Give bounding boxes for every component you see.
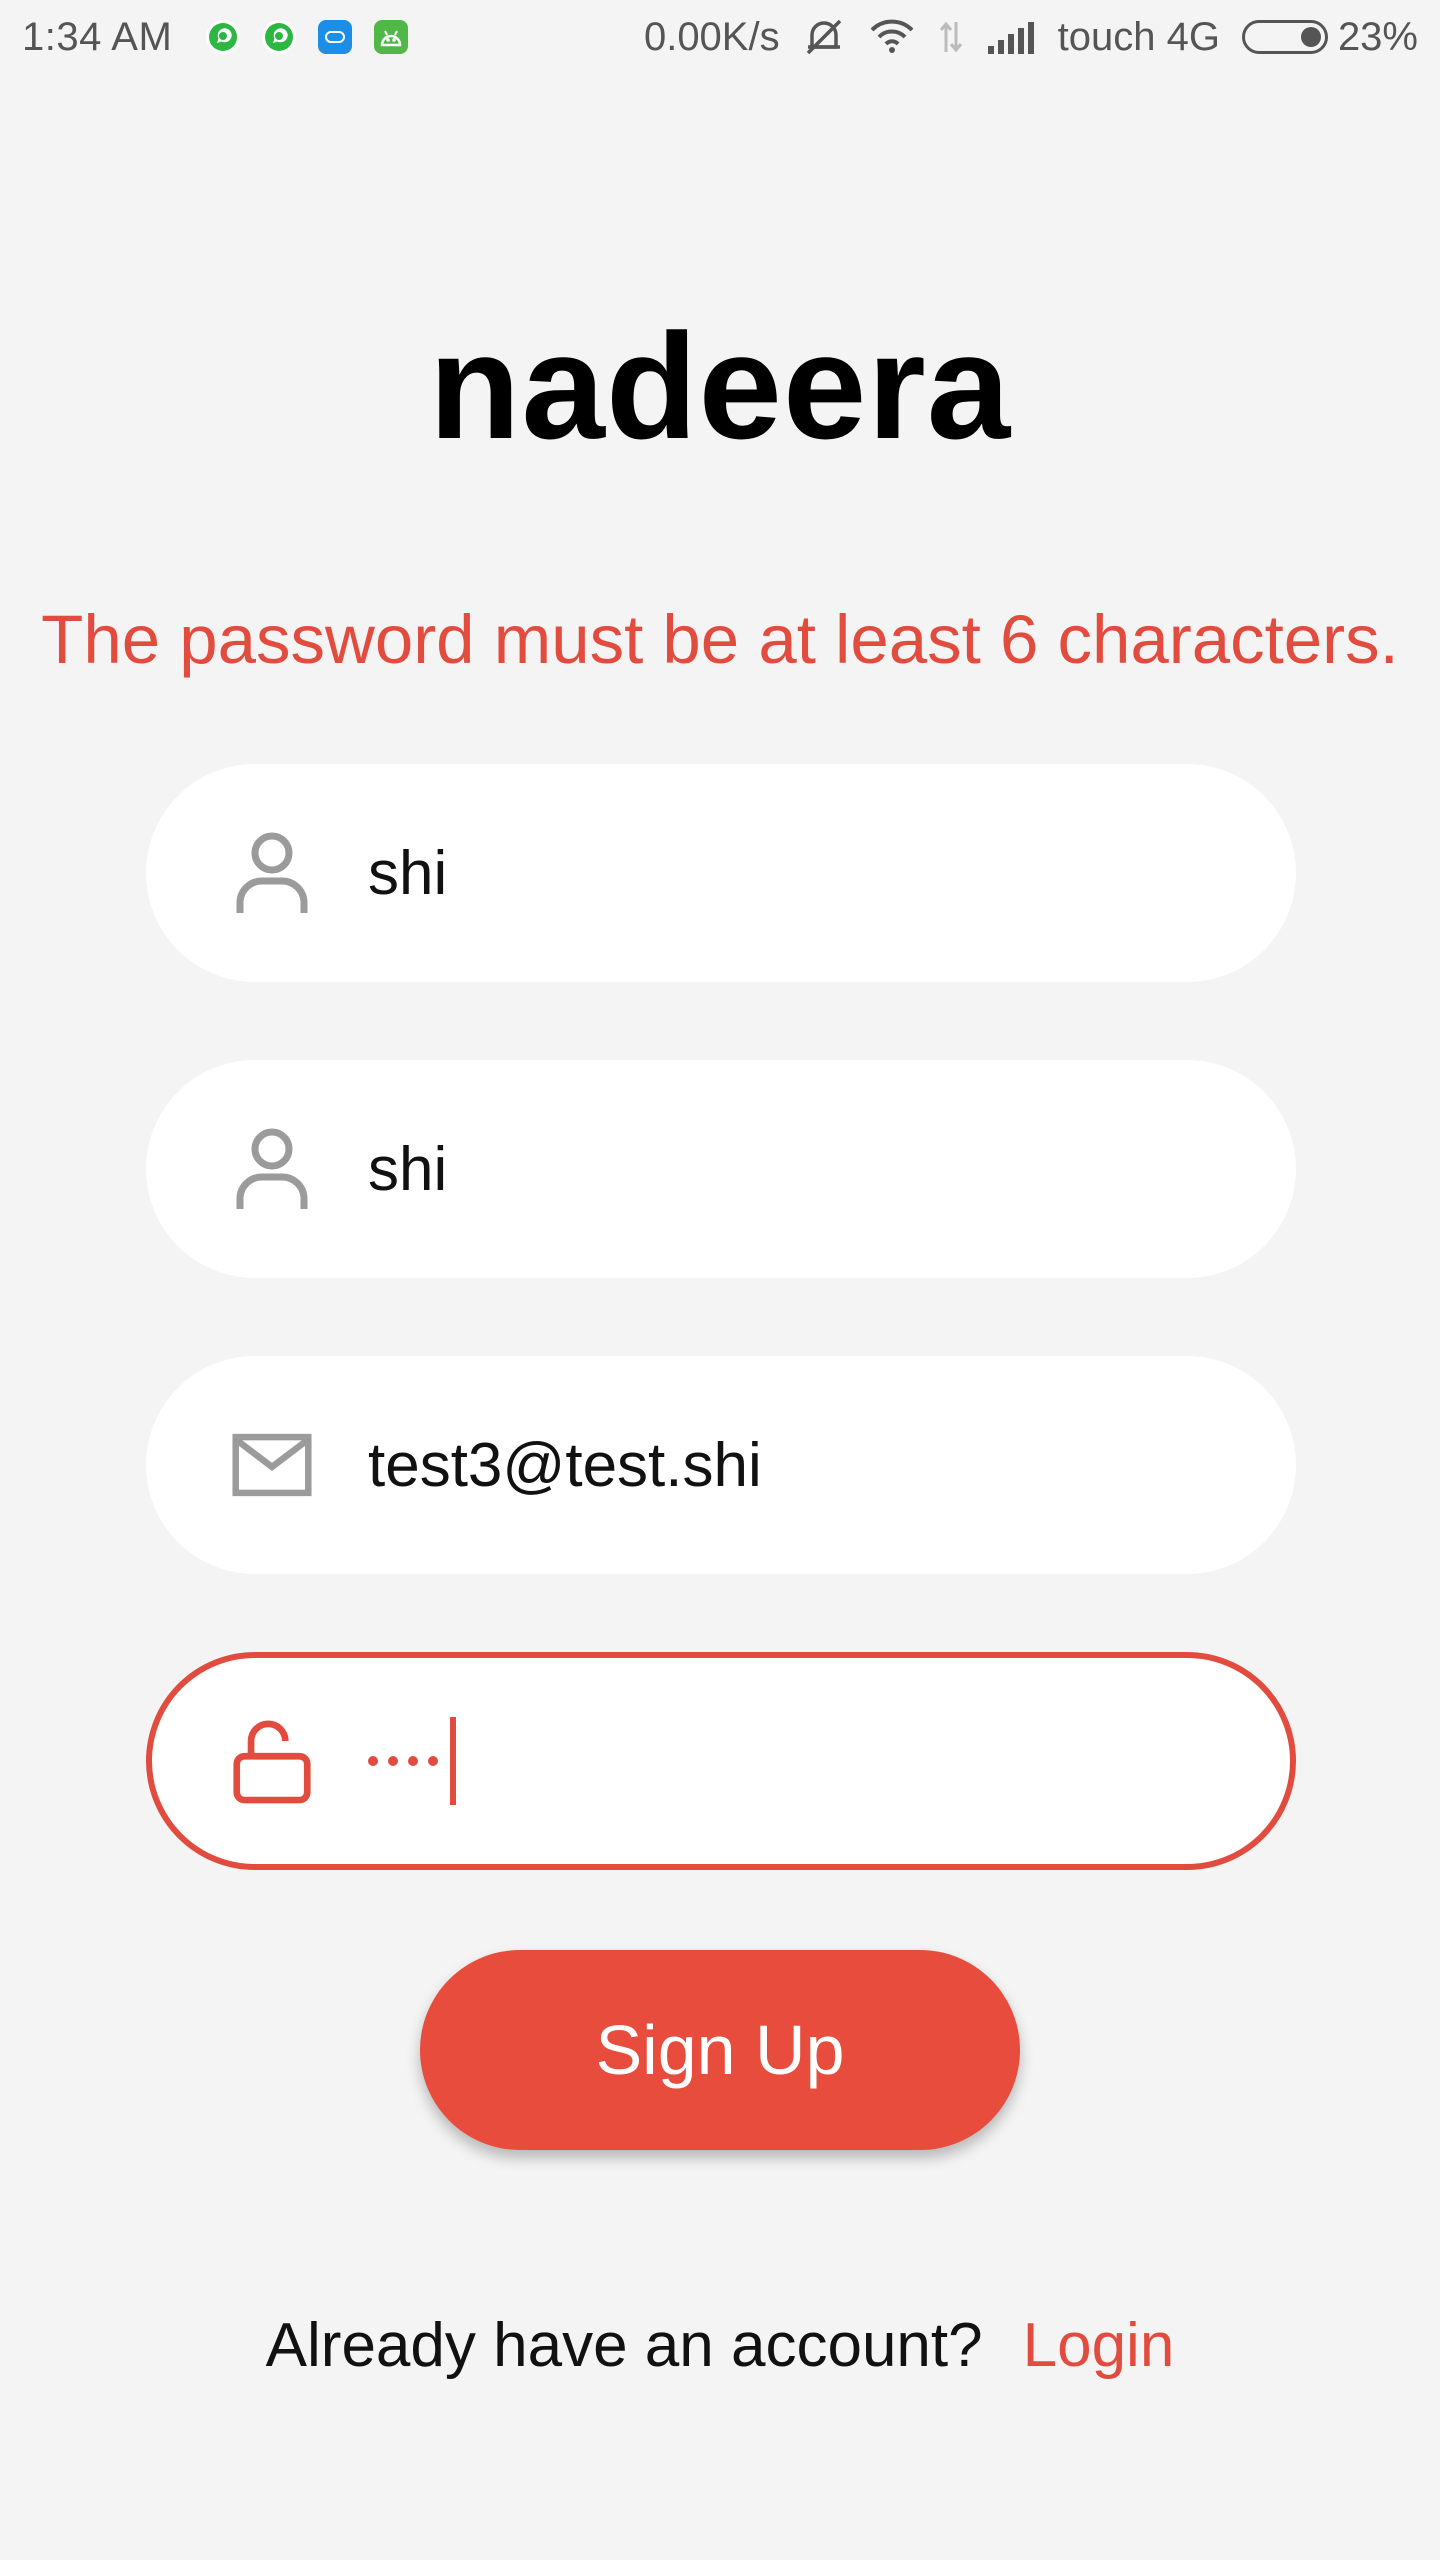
first-name-field[interactable]: shi (146, 764, 1296, 982)
person-icon (232, 832, 312, 913)
login-prompt-text: Already have an account? (265, 2311, 983, 2380)
person-icon (232, 1128, 312, 1209)
mute-bell-icon (802, 17, 846, 57)
unlock-icon (232, 1720, 312, 1804)
signal-icon (986, 20, 1036, 54)
password-value (368, 1717, 456, 1805)
password-mask (368, 1756, 448, 1766)
email-value: test3@test.shi (368, 1430, 762, 1500)
password-field[interactable] (146, 1652, 1296, 1870)
wifi-icon (868, 18, 916, 56)
status-bar: 1:34 AM 0.00K/s touch 4G 23% (0, 0, 1440, 74)
whatsapp-icon (262, 20, 297, 54)
battery-percent: 23% (1337, 14, 1418, 59)
login-link[interactable]: Login (1023, 2310, 1175, 2381)
whatsapp-icon (206, 20, 241, 54)
password-mask-dot (368, 1756, 378, 1766)
last-name-field[interactable]: shi (146, 1060, 1296, 1278)
email-field[interactable]: test3@test.shi (146, 1356, 1296, 1574)
status-bar-left: 1:34 AM (22, 15, 430, 60)
text-cursor (450, 1717, 456, 1805)
mi-app-icon (318, 20, 353, 54)
password-mask-dot (408, 1756, 418, 1766)
error-message: The password must be at least 6 characte… (41, 601, 1399, 678)
password-mask-dot (428, 1756, 438, 1766)
app-title: nadeera (428, 302, 1012, 470)
status-time: 1:34 AM (22, 14, 173, 59)
status-bar-right: 0.00K/s touch 4G 23% (644, 15, 1418, 60)
carrier-label: touch 4G (1057, 14, 1220, 59)
battery-icon (1241, 20, 1328, 54)
data-transfer-icon (938, 18, 964, 56)
network-speed: 0.00K/s (643, 14, 780, 59)
mail-icon (232, 1425, 312, 1505)
android-app-icon (374, 20, 409, 54)
login-prompt: Already have an account? Login (0, 2310, 1440, 2381)
signup-button[interactable]: Sign Up (420, 1950, 1020, 2150)
signup-screen: 1:34 AM 0.00K/s touch 4G 23% nadeera The… (0, 0, 1440, 2560)
last-name-value: shi (368, 1134, 448, 1204)
first-name-value: shi (368, 838, 448, 908)
password-mask-dot (388, 1756, 398, 1766)
